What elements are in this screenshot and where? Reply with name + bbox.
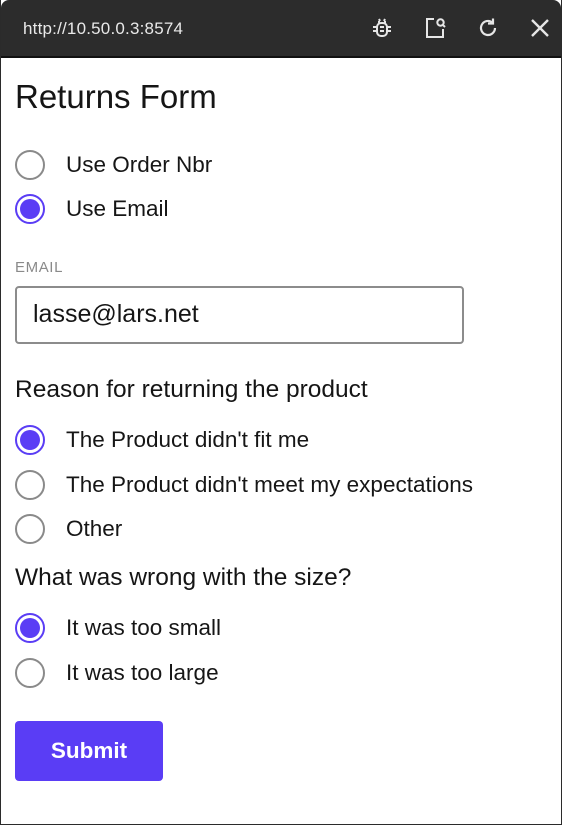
reload-icon[interactable]	[475, 15, 501, 41]
bug-icon[interactable]	[369, 15, 395, 41]
radio-label: The Product didn't meet my expectations	[66, 472, 473, 497]
radio-didnt-fit[interactable]: The Product didn't fit me	[15, 422, 309, 458]
radio-dot	[20, 618, 40, 638]
email-label: EMAIL	[15, 259, 64, 276]
reason-question: Reason for returning the product	[15, 376, 368, 403]
radio-too-small[interactable]: It was too small	[15, 610, 221, 646]
radio-too-large[interactable]: It was too large	[15, 655, 219, 691]
radio-dot	[20, 430, 40, 450]
radio-button-unchecked[interactable]	[15, 658, 45, 688]
browser-window: http://10.50.0.3:8574 Returns Form Use O…	[0, 0, 562, 825]
close-icon[interactable]	[527, 15, 553, 41]
radio-other[interactable]: Other	[15, 511, 122, 547]
size-question: What was wrong with the size?	[15, 564, 352, 591]
radio-dot	[20, 199, 40, 219]
radio-button-unchecked[interactable]	[15, 514, 45, 544]
radio-button-unchecked[interactable]	[15, 150, 45, 180]
radio-use-email[interactable]: Use Email	[15, 191, 169, 227]
url-text[interactable]: http://10.50.0.3:8574	[23, 19, 183, 39]
radio-button-checked[interactable]	[15, 613, 45, 643]
radio-button-checked[interactable]	[15, 425, 45, 455]
radio-label: It was too small	[66, 615, 222, 640]
radio-label: Other	[66, 516, 123, 541]
radio-use-order-nbr[interactable]: Use Order Nbr	[15, 147, 212, 183]
title-bar: http://10.50.0.3:8574	[1, 0, 561, 58]
submit-button[interactable]: Submit	[15, 721, 163, 781]
radio-label: The Product didn't fit me	[66, 427, 310, 452]
radio-label: Use Email	[66, 196, 169, 221]
open-external-icon[interactable]	[422, 15, 448, 41]
radio-button-checked[interactable]	[15, 194, 45, 224]
radio-label: It was too large	[66, 660, 219, 685]
email-field[interactable]: lasse@lars.net	[15, 286, 464, 344]
radio-didnt-meet-expectations[interactable]: The Product didn't meet my expectations	[15, 467, 473, 503]
radio-button-unchecked[interactable]	[15, 470, 45, 500]
radio-label: Use Order Nbr	[66, 152, 213, 177]
page-title: Returns Form	[15, 78, 217, 115]
